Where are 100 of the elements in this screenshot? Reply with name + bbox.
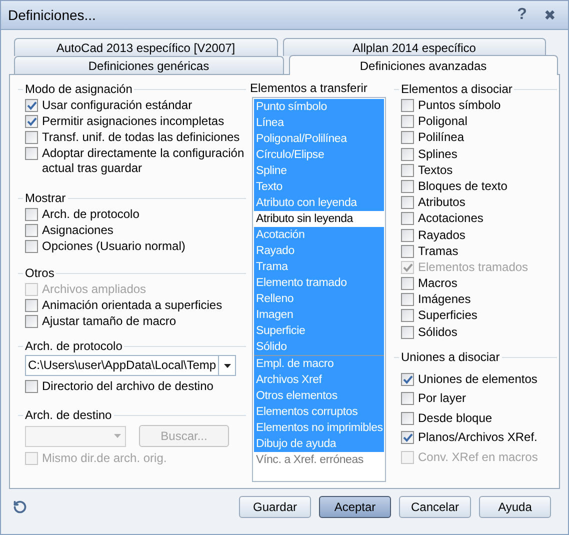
checkbox[interactable] [401, 244, 414, 258]
list-item[interactable]: Atributo sin leyenda [254, 211, 384, 227]
checkbox[interactable] [401, 164, 414, 177]
list-item[interactable]: Rayado [254, 243, 384, 259]
path-combobox[interactable]: C:\Users\user\AppData\Local\Temp [25, 355, 236, 376]
list-item[interactable]: Imagen [254, 307, 384, 323]
checkbox[interactable] [25, 208, 38, 221]
checkbox-label: Uniones de elementos [418, 372, 538, 387]
list-item[interactable]: Elemento tramado [254, 275, 384, 291]
checkbox[interactable] [401, 148, 414, 161]
dialog-button[interactable]: Aceptar [319, 496, 391, 518]
list-item[interactable]: Texto [254, 179, 384, 195]
checkbox-label: Poligonal [418, 114, 468, 130]
checkbox[interactable] [401, 115, 414, 128]
list-item[interactable]: Trama [254, 259, 384, 275]
checkbox[interactable] [25, 115, 38, 128]
list-item[interactable]: Spline [254, 163, 384, 179]
list-item[interactable]: Elementos corruptos [254, 404, 384, 420]
checkbox[interactable] [401, 293, 414, 306]
checkbox-label: Adoptar directamente la configuración actual tras guardar [42, 146, 246, 176]
list-item[interactable]: Poligonal/Polilínea [254, 131, 384, 147]
dialog-button[interactable]: Guardar [239, 496, 311, 518]
list-item[interactable]: Relleno [254, 291, 384, 307]
reset-icon[interactable] [13, 500, 27, 514]
checkbox[interactable] [401, 326, 414, 339]
tab[interactable]: Definiciones avanzadas [288, 55, 558, 75]
checkbox-label: Transf. unif. de todas las definiciones [42, 130, 240, 145]
window-title: Definiciones... [8, 6, 97, 24]
checkbox[interactable] [401, 196, 414, 210]
checkbox-label: Puntos símbolo [418, 98, 501, 113]
group-title: Mostrar [24, 190, 67, 206]
list-item[interactable]: Sólido [254, 339, 384, 355]
checkbox[interactable] [401, 99, 414, 112]
checkbox[interactable] [25, 147, 38, 160]
list-item[interactable]: Vínc. a Xref. erróneas [254, 452, 384, 468]
group-title: Arch. de protocolo [24, 338, 124, 354]
close-button[interactable]: ✖ [539, 4, 561, 26]
checkbox-label: Acotaciones [418, 211, 484, 226]
list-item[interactable]: Archivos Xref [254, 372, 384, 388]
checkbox-label: Desde bloque [418, 410, 492, 426]
checkbox[interactable] [25, 380, 38, 393]
checkbox-label: Rayados [418, 228, 466, 242]
checkbox-label: Textos [418, 162, 453, 178]
checkbox-label: Archivos ampliados [42, 282, 146, 297]
checkbox-label: Conv. XRef en macros [418, 450, 538, 465]
list-item[interactable]: Atributo con leyenda [254, 195, 384, 211]
list-item[interactable]: Línea [254, 115, 384, 131]
checkbox[interactable] [25, 240, 38, 253]
checkbox[interactable] [401, 131, 414, 144]
dropdown-arrow-icon [114, 434, 121, 438]
checkbox[interactable] [401, 228, 414, 242]
checkbox[interactable] [401, 277, 414, 290]
checkbox[interactable] [25, 299, 38, 312]
tab[interactable]: Definiciones genéricas [14, 56, 284, 74]
list-item[interactable]: Superficie [254, 323, 384, 339]
checkbox-label: Imágenes [418, 292, 471, 308]
checkbox-label: Por layer [418, 391, 466, 406]
checkbox-label: Sólidos [418, 324, 458, 340]
checkbox[interactable] [401, 309, 414, 322]
tab[interactable]: Allplan 2014 específico [282, 38, 546, 56]
list-item[interactable]: Círculo/Elipse [254, 147, 384, 163]
checkbox-label: Directorio del archivo de destino [42, 379, 214, 394]
checkbox-label: Tramas [418, 244, 458, 259]
checkbox[interactable] [401, 392, 414, 406]
group-title: Elementos a disociar [400, 82, 514, 96]
dialog-button[interactable]: Ayuda [479, 496, 551, 518]
group-title: Uniones a disociar [400, 350, 501, 366]
checkbox[interactable] [25, 224, 38, 237]
checkbox[interactable] [401, 372, 414, 386]
dialog-button[interactable]: Cancelar [399, 496, 471, 518]
checkbox-label: Ajustar tamaño de macro [42, 314, 176, 329]
list-item[interactable]: Elementos no imprimibles [254, 420, 384, 436]
list-item[interactable]: Punto símbolo [254, 99, 384, 115]
checkbox-label: Arch. de protocolo [42, 207, 140, 222]
checkbox-label: Polilínea [418, 130, 464, 146]
checkbox[interactable] [25, 99, 38, 112]
checkbox[interactable] [25, 315, 38, 328]
checkbox[interactable] [401, 180, 414, 193]
checkbox[interactable] [25, 131, 38, 144]
tab[interactable]: AutoCad 2013 específico [V2007] [14, 38, 278, 56]
checkbox[interactable] [401, 412, 414, 425]
checkbox-label: Asignaciones [42, 223, 114, 238]
checkbox-label: Splines [418, 146, 458, 162]
checkbox-label: Animación orientada a superficies [42, 298, 222, 313]
list-title: Elementos a transferir [250, 81, 368, 97]
checkbox-label: Atributos [418, 195, 466, 210]
checkbox-label: Planos/Archivos XRef. [418, 430, 538, 446]
checkbox-label: Mismo dir.de arch. orig. [42, 451, 167, 466]
list-item[interactable]: Dibujo de ayuda [254, 436, 384, 452]
checkbox[interactable] [401, 212, 414, 226]
list-item[interactable]: Acotación [254, 227, 384, 243]
checkbox-label: Elementos tramados [418, 260, 528, 275]
list-item[interactable]: Empl. de macro [254, 356, 384, 372]
list-item[interactable]: Otros elementos [254, 388, 384, 404]
checkbox[interactable] [401, 431, 414, 444]
group-title: Modo de asignación [24, 82, 134, 96]
dropdown-arrow-icon [224, 364, 231, 368]
group-title: Otros [24, 266, 56, 280]
checkbox-label: Superficies [418, 308, 478, 324]
help-button[interactable]: ? [511, 3, 533, 27]
